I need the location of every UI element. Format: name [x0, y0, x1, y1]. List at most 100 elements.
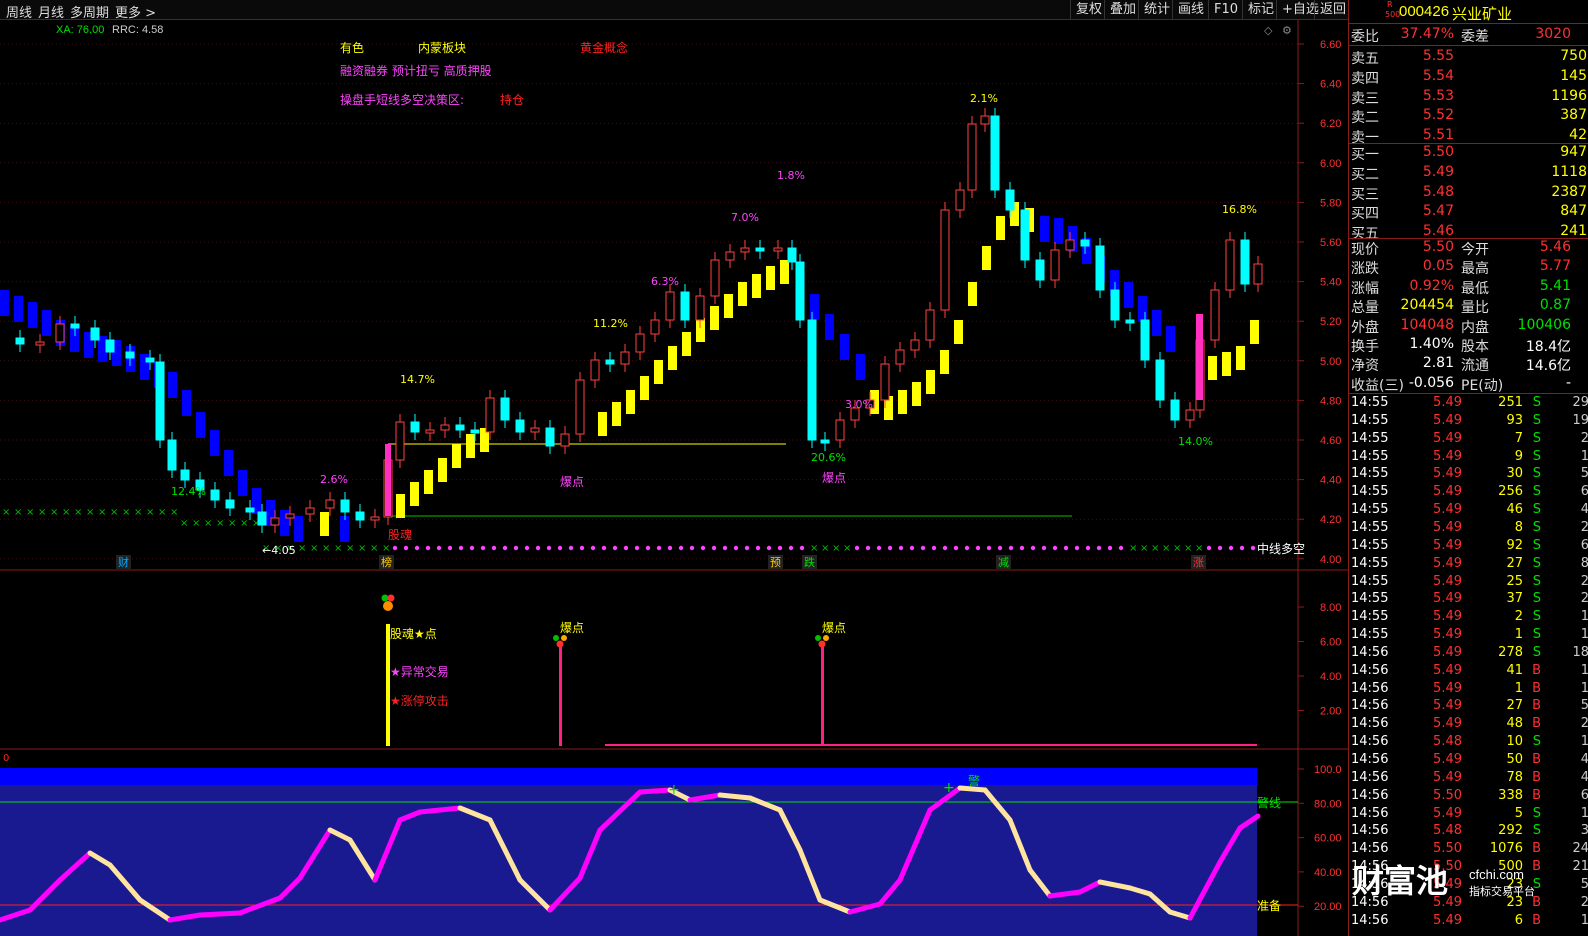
bear-step [14, 296, 23, 322]
dot-marker [590, 545, 596, 551]
stock-code[interactable]: 000426 [1399, 3, 1449, 20]
bear-step [1166, 326, 1175, 352]
tick-t-cell: 14:55 [1351, 412, 1389, 428]
sell-level-row-cell: 卖三 [1351, 90, 1379, 107]
tick-p-cell: 5.49 [1433, 644, 1462, 660]
tick-p-cell: 5.48 [1433, 734, 1462, 750]
tick-row: 14:56 5.49 48 B 2 [1349, 716, 1588, 734]
candle-body [1065, 239, 1075, 251]
candle-body [795, 261, 805, 321]
bull-step [926, 370, 935, 394]
candle-body [1225, 239, 1235, 291]
price-tick-label: 4.60 [1320, 435, 1341, 447]
x-marker: × [110, 507, 118, 518]
f10-button[interactable]: F10 [1208, 0, 1243, 20]
buy-level-row: 买四 5.47 847 [1349, 202, 1588, 222]
overlay-button[interactable]: 叠加 [1104, 0, 1141, 20]
x-marker: × [346, 543, 354, 554]
more-menu[interactable]: 更多 > [115, 2, 156, 21]
tick-v-cell: 25 [1506, 573, 1523, 589]
diamond-icon[interactable]: ◇ [1264, 24, 1273, 37]
tick-s-cell: S [1532, 448, 1541, 464]
stat-row-cell: 2.81 [1422, 355, 1454, 372]
dot-marker [865, 545, 871, 551]
oscillator-axis: 100.0 80.00 60.00 40.00 20.00 [1298, 764, 1342, 913]
candle-body [910, 339, 920, 351]
candle-body [55, 323, 65, 343]
tick-p-cell: 5.49 [1433, 752, 1462, 767]
dot-marker [403, 545, 409, 551]
dot-marker [436, 545, 442, 551]
x-marker: × [810, 543, 818, 554]
tick-t-cell: 14:55 [1351, 573, 1389, 589]
tick-s-cell: S [1532, 627, 1541, 643]
dot-marker [1239, 545, 1245, 551]
stat-row-cell: 股本 [1461, 339, 1489, 355]
pct-label: 20.6% [811, 451, 846, 464]
kline-chart[interactable]: 6.60 6.40 6.20 6.00 5.80 5.60 5.40 5.20 5.00 4.80… [0, 20, 1348, 936]
candle-body [35, 341, 45, 346]
weekly-tab[interactable]: 周线 [6, 2, 32, 21]
bear-step [856, 354, 865, 380]
candle-body [967, 123, 977, 191]
bull-step [626, 390, 635, 414]
tick-n-cell: 1 [1580, 662, 1588, 678]
dot-marker [953, 545, 959, 551]
candle-body [395, 421, 405, 461]
watermark-logo: 财富池 cfchi.com 指标交易平台 [1352, 862, 1535, 900]
price-tick-label: 4.00 [1320, 554, 1341, 566]
buy-level-row: 买三 5.48 2387 [1349, 183, 1588, 203]
price-tick-label: 4.40 [1320, 475, 1341, 487]
x-marker: × [370, 543, 378, 554]
tick-s-cell: S [1532, 591, 1541, 607]
tick-row: 14:55 5.49 37 S 2 [1349, 591, 1588, 609]
adjust-button[interactable]: 复权 [1070, 0, 1107, 20]
buy-level-row-cell: 买一 [1351, 147, 1379, 163]
stat-row: 净资 2.81 流通 14.6亿 [1349, 354, 1588, 374]
stat-row-cell: 涨幅 [1351, 280, 1379, 297]
stat-row-cell: 0.05 [1422, 258, 1454, 275]
candle-body [245, 507, 255, 513]
tick-p-cell: 5.49 [1433, 912, 1462, 928]
tick-t-cell: 14:55 [1351, 466, 1389, 482]
soul-label: 股魂 [388, 527, 412, 542]
bull-step [320, 512, 329, 536]
stats-button[interactable]: 统计 [1138, 0, 1175, 20]
stat-row: 涨跌 0.05 最高 5.77 [1349, 257, 1588, 277]
low-price-label: ←4.05 [262, 544, 296, 557]
divider [1349, 393, 1588, 394]
price-tick-label: 4.80 [1320, 395, 1341, 407]
settings-icon[interactable]: ⚙ [1282, 24, 1292, 37]
dot-marker [799, 545, 805, 551]
back-button[interactable]: 返回 [1314, 0, 1351, 20]
buy-level-row-cell: 5.46 [1422, 223, 1454, 240]
candle-body [710, 259, 720, 297]
stat-row-cell: 204454 [1400, 297, 1454, 314]
stat-row-cell: - [1565, 374, 1571, 391]
dot-marker [1030, 545, 1036, 551]
monthly-tab[interactable]: 月线 [38, 2, 64, 21]
fruit-icon [561, 635, 567, 641]
dot-marker [1096, 545, 1102, 551]
osc-segment [717, 792, 753, 801]
tick-row: 14:56 5.49 1 B 1 [1349, 681, 1588, 699]
concept-label: 黄金概念 [580, 40, 628, 55]
bull-step [710, 306, 719, 330]
draw-button[interactable]: 画线 [1172, 0, 1209, 20]
x-marker: × [310, 543, 318, 554]
candle-body [500, 397, 510, 421]
marker-row: × × × × × × × × × × × × × × × × × × × × × × × × × × × × × × × × × × × × × × × ×… [2, 507, 1256, 554]
dot-marker [469, 545, 475, 551]
dot-marker [689, 545, 695, 551]
sell-level-row: 卖二 5.52 387 [1349, 106, 1588, 126]
tick-p-cell: 5.49 [1433, 395, 1462, 410]
stock-name[interactable]: 兴业矿业 [1452, 3, 1512, 24]
mark-button[interactable]: 标记 [1242, 0, 1279, 20]
bull-step [466, 434, 475, 458]
burst-note: 爆点 [560, 621, 584, 635]
osc-band [0, 785, 1257, 936]
bull-step [752, 274, 761, 298]
multi-period-tab[interactable]: 多周期 [70, 2, 109, 21]
osc-tick-label: 100.0 [1314, 764, 1342, 776]
dot-marker [898, 545, 904, 551]
